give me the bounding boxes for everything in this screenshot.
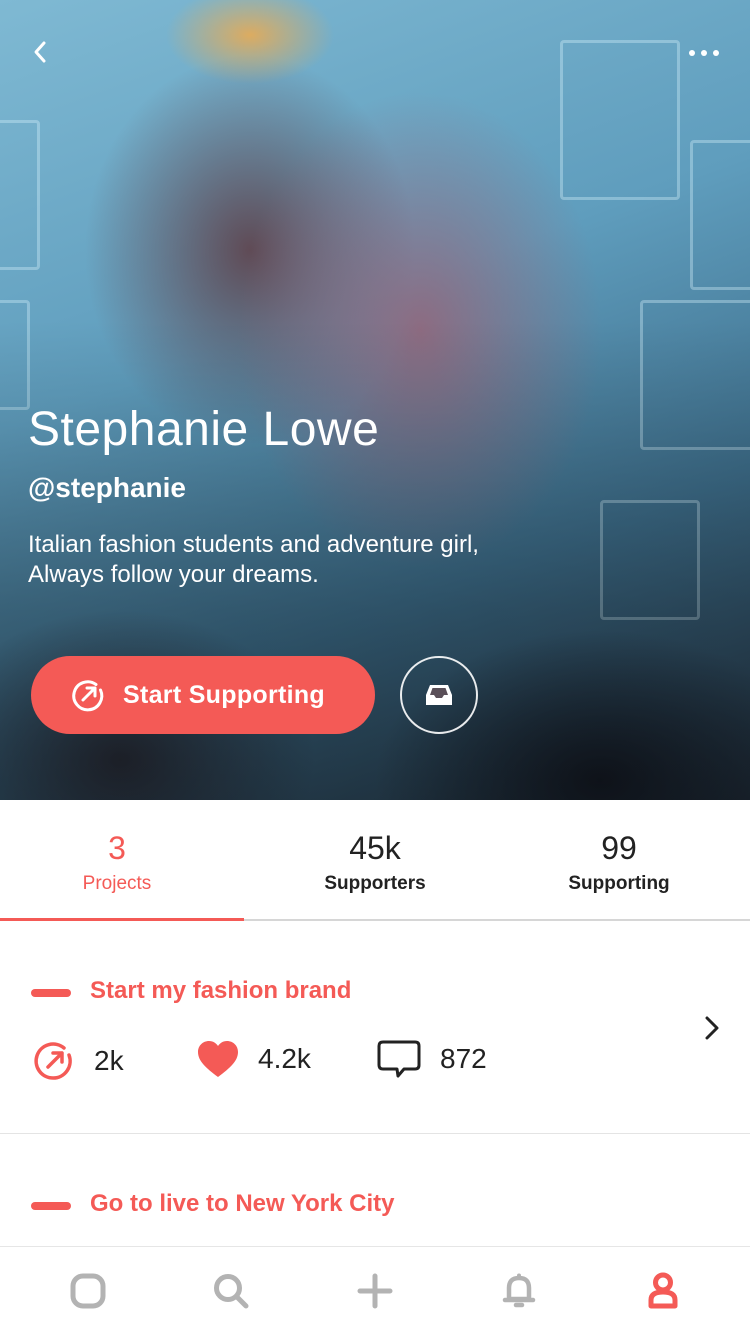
projects-label: Projects	[82, 873, 152, 894]
chevron-right-icon	[705, 1016, 719, 1040]
supporters-count: 45k	[349, 830, 401, 866]
profile-hero: Stephanie Lowe @stephanie Italian fashio…	[0, 0, 750, 800]
project-supports: 2k	[32, 1039, 124, 1083]
more-horizontal-icon	[689, 50, 695, 56]
comments-count: 872	[440, 1043, 487, 1074]
comment-icon	[377, 1040, 421, 1078]
project-title: Start my fashion brand	[90, 977, 352, 1004]
tab-supporters[interactable]: 45k Supporters	[250, 800, 500, 920]
more-options-button[interactable]	[682, 38, 726, 68]
chevron-left-icon	[34, 41, 46, 63]
profile-icon	[648, 1272, 678, 1309]
supporters-label: Supporters	[324, 873, 426, 894]
profile-name: Stephanie Lowe	[28, 403, 380, 456]
project-accent-dash	[31, 1202, 71, 1210]
back-button[interactable]	[22, 34, 58, 70]
start-supporting-button[interactable]: Start Supporting	[31, 656, 375, 734]
profile-stats-tabs: 3 Projects 45k Supporters 99 Supporting	[0, 800, 750, 922]
tab-projects[interactable]: 3 Projects	[0, 800, 234, 920]
plus-icon	[357, 1273, 393, 1309]
project-title: Go to live to New York City	[90, 1190, 395, 1217]
arrow-up-right-circle-icon	[72, 680, 104, 712]
bio-line: Always follow your dreams.	[28, 561, 319, 588]
bell-icon	[502, 1273, 536, 1308]
project-accent-dash	[31, 989, 71, 997]
nav-home[interactable]	[66, 1269, 110, 1313]
search-icon	[214, 1274, 249, 1309]
inbox-button[interactable]	[400, 656, 478, 734]
profile-bio: Italian fashion students and adventure g…	[28, 530, 628, 590]
tab-supporting[interactable]: 99 Supporting	[494, 800, 744, 920]
supports-count: 2k	[94, 1045, 124, 1076]
background-tile	[690, 140, 750, 290]
arrow-up-right-circle-icon	[34, 1042, 72, 1080]
supporting-label: Supporting	[568, 873, 670, 894]
home-icon	[70, 1273, 106, 1309]
project-comments[interactable]: 872	[376, 1039, 487, 1079]
nav-search[interactable]	[209, 1269, 253, 1313]
heart-icon	[198, 1041, 238, 1077]
tab-underline-active	[0, 918, 244, 921]
project-open-button[interactable]	[698, 1014, 726, 1042]
start-supporting-label: Start Supporting	[123, 680, 326, 709]
profile-handle: @stephanie	[28, 472, 187, 503]
nav-notifications[interactable]	[497, 1269, 541, 1313]
likes-count: 4.2k	[258, 1043, 311, 1074]
supporting-count: 99	[601, 830, 637, 866]
bottom-tab-bar	[0, 1246, 750, 1334]
tab-underline-track	[244, 919, 750, 921]
project-card[interactable]: Start my fashion brand 2k 4.2k 872	[0, 922, 750, 1134]
projects-count: 3	[108, 830, 126, 866]
background-tile	[0, 120, 40, 270]
inbox-icon	[426, 685, 452, 705]
background-tile	[560, 40, 680, 200]
nav-profile[interactable]	[641, 1269, 685, 1313]
bio-line: Italian fashion students and adventure g…	[28, 531, 479, 558]
project-likes[interactable]: 4.2k	[196, 1039, 311, 1079]
project-card[interactable]: Go to live to New York City	[0, 1134, 750, 1246]
nav-create[interactable]	[353, 1269, 397, 1313]
